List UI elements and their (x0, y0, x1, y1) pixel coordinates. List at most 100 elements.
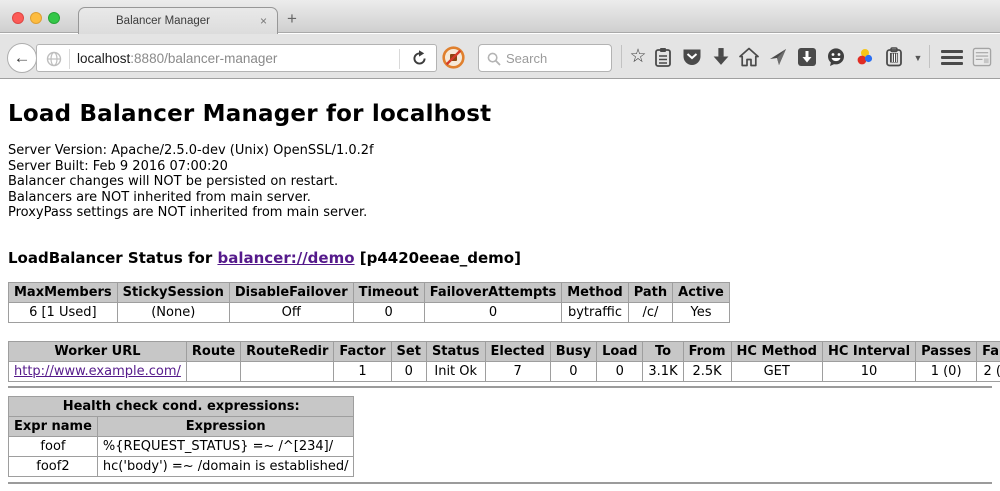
expr-name-value: foof2 (9, 456, 98, 476)
pocket-icon[interactable] (682, 47, 702, 67)
col-disablefailover: DisableFailover (229, 282, 353, 302)
worker-url-link[interactable]: http://www.example.com/ (14, 364, 181, 379)
search-bar[interactable] (478, 44, 612, 72)
status-value: Init Ok (426, 361, 485, 381)
inherit-note-line: Balancers are NOT inherited from main se… (8, 190, 992, 206)
col-set: Set (391, 341, 426, 361)
health-title-row: Health check cond. expressions: (9, 396, 354, 416)
table-header-row: MaxMembers StickySession DisableFailover… (9, 282, 730, 302)
table-header-row: Expr name Expression (9, 416, 354, 436)
col-elected: Elected (485, 341, 550, 361)
routeredir-value (241, 361, 334, 381)
timeout-value: 0 (353, 302, 424, 322)
col-to: To (643, 341, 683, 361)
reload-icon[interactable] (411, 50, 428, 67)
tab-balancer-manager[interactable]: Balancer Manager × (78, 7, 278, 34)
elected-value: 7 (485, 361, 550, 381)
bottom-divider (8, 482, 992, 484)
home-icon[interactable] (739, 47, 759, 67)
server-version-line: Server Version: Apache/2.5.0-dev (Unix) … (8, 143, 992, 159)
bookmark-star-icon[interactable]: ☆ (628, 47, 648, 67)
back-button[interactable]: ← (7, 43, 37, 73)
col-maxmembers: MaxMembers (9, 282, 118, 302)
divider (8, 386, 992, 388)
col-status: Status (426, 341, 485, 361)
col-hc-interval: HC Interval (822, 341, 915, 361)
stickysession-value: (None) (117, 302, 229, 322)
col-path: Path (628, 282, 672, 302)
col-route: Route (186, 341, 240, 361)
expression-value: hc('body') =~ /domain is established/ (97, 456, 354, 476)
set-value: 0 (391, 361, 426, 381)
col-passes: Passes (916, 341, 977, 361)
forum-smiley-icon[interactable] (826, 47, 846, 67)
col-method: Method (562, 282, 628, 302)
proxypass-note-line: ProxyPass settings are NOT inherited fro… (8, 205, 992, 221)
panel-caret-icon[interactable]: ▼ (908, 47, 928, 67)
col-load: Load (597, 341, 643, 361)
col-fails: Fails (977, 341, 1000, 361)
globe-icon (46, 51, 62, 67)
search-input[interactable] (479, 45, 611, 71)
hc-interval-value: 10 (822, 361, 915, 381)
col-from: From (683, 341, 731, 361)
persist-note-line: Balancer changes will NOT be persisted o… (8, 174, 992, 190)
flash-blocked-icon[interactable] (442, 46, 465, 69)
urlbar-separator2 (399, 49, 400, 69)
col-timeout: Timeout (353, 282, 424, 302)
download-panel-icon[interactable] (797, 47, 817, 67)
col-active: Active (673, 282, 730, 302)
tab-close-icon[interactable]: × (260, 14, 267, 28)
toolbar-separator (621, 45, 622, 68)
col-failoverattempts: FailoverAttempts (424, 282, 562, 302)
window-zoom-button[interactable] (48, 12, 60, 24)
colored-dots-addon-icon[interactable] (855, 47, 875, 67)
toolbar-separator2 (929, 45, 930, 68)
route-value (186, 361, 240, 381)
method-value: bytraffic (562, 302, 628, 322)
table-row: 6 [1 Used] (None) Off 0 0 bytraffic /c/ … (9, 302, 730, 322)
urlbar-separator (69, 49, 70, 69)
hamburger-menu-icon[interactable] (941, 50, 963, 70)
passes-value: 1 (0) (916, 361, 977, 381)
page-grid-icon[interactable] (972, 47, 992, 67)
server-built-line: Server Built: Feb 9 2016 07:00:20 (8, 159, 992, 175)
worker-url-cell: http://www.example.com/ (9, 361, 187, 381)
active-value: Yes (673, 302, 730, 322)
worker-status-table: Worker URL Route RouteRedir Factor Set S… (8, 341, 1000, 382)
page-title: Load Balancer Manager for localhost (8, 101, 992, 127)
toolbox-panel-icon[interactable] (884, 47, 904, 67)
url-text[interactable]: localhost:8880/balancer-manager (77, 51, 277, 66)
titlebar: Balancer Manager × + (0, 0, 1000, 33)
load-value: 0 (597, 361, 643, 381)
window-minimize-button[interactable] (30, 12, 42, 24)
tab-title: Balancer Manager (79, 15, 247, 27)
window-close-button[interactable] (12, 12, 24, 24)
worker-row: http://www.example.com/ 1 0 Init Ok 7 0 … (9, 361, 1000, 381)
factor-value: 1 (334, 361, 391, 381)
col-hc-method: HC Method (731, 341, 822, 361)
path-value: /c/ (628, 302, 672, 322)
disablefailover-value: Off (229, 302, 353, 322)
table-header-row: Worker URL Route RouteRedir Factor Set S… (9, 341, 1000, 361)
reading-list-icon[interactable] (653, 47, 673, 67)
balancer-settings-table: MaxMembers StickySession DisableFailover… (8, 282, 730, 323)
url-bar[interactable]: localhost:8880/balancer-manager (36, 44, 437, 72)
fails-value: 2 (0) (977, 361, 1000, 381)
expr-name-value: foof (9, 436, 98, 456)
col-busy: Busy (550, 341, 596, 361)
downloads-icon[interactable] (711, 47, 731, 67)
health-row: foof %{REQUEST_STATUS} =~ /^[234]/ (9, 436, 354, 456)
health-table-title: Health check cond. expressions: (9, 396, 354, 416)
col-expr-name: Expr name (9, 416, 98, 436)
send-tab-icon[interactable] (768, 47, 788, 67)
to-value: 3.1K (643, 361, 683, 381)
health-row: foof2 hc('body') =~ /domain is establish… (9, 456, 354, 476)
heading-prefix: LoadBalancer Status for (8, 249, 217, 267)
health-check-table: Health check cond. expressions: Expr nam… (8, 396, 354, 477)
col-expression: Expression (97, 416, 354, 436)
col-routeredir: RouteRedir (241, 341, 334, 361)
new-tab-button[interactable]: + (287, 9, 297, 29)
col-factor: Factor (334, 341, 391, 361)
balancer-demo-link[interactable]: balancer://demo (217, 249, 354, 267)
